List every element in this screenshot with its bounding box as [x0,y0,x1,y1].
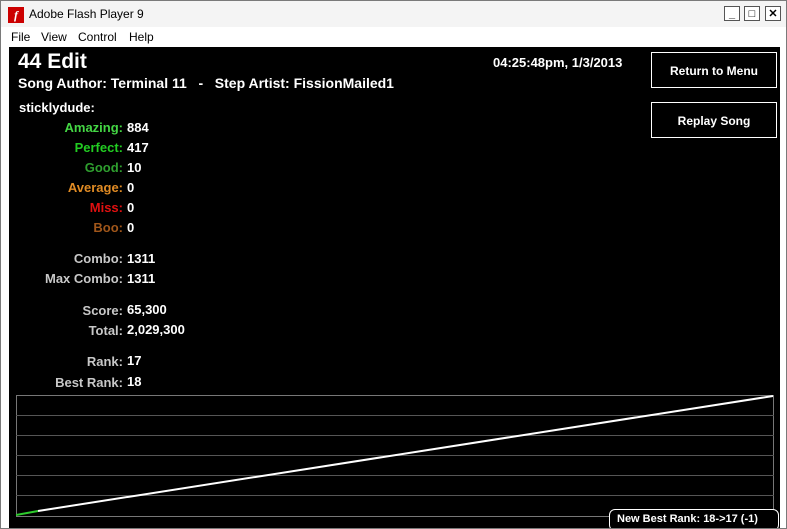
stat-label-max-combo: Max Combo: [45,271,123,286]
results-stage: 44 Edit Song Author: Terminal 11 - Step … [9,47,780,528]
graph-line-start [16,510,39,516]
close-button[interactable]: ✕ [765,6,781,21]
stat-value-boo: 0 [127,220,135,235]
stat-value-good: 10 [127,160,142,175]
stat-value-average: 0 [127,180,135,195]
score-graph [16,395,774,517]
menu-view[interactable]: View [41,30,67,44]
stat-value-miss: 0 [127,200,135,215]
graph-line [37,395,774,512]
maximize-button[interactable]: □ [744,6,760,21]
replay-song-button[interactable]: Replay Song [651,102,777,138]
return-to-menu-button[interactable]: Return to Menu [651,52,777,88]
stat-label-average: Average: [67,180,123,195]
new-best-rank-text: New Best Rank: 18->17 (-1) [617,513,758,525]
stat-label-rank: Rank: [86,354,123,369]
menu-control[interactable]: Control [78,30,117,44]
stat-label-combo: Combo: [73,251,123,266]
stat-value-score: 65,300 [127,302,167,317]
stat-value-combo: 1311 [127,251,156,266]
menu-help[interactable]: Help [129,30,154,44]
minimize-button[interactable]: _ [724,6,740,21]
title-bar[interactable]: f Adobe Flash Player 9 _ □ ✕ [1,1,786,27]
stat-label-good: Good: [84,160,123,175]
song-meta: Song Author: Terminal 11 - Step Artist: … [18,75,394,91]
stat-label-boo: Boo: [93,220,123,235]
player-name: sticklydude: [19,100,95,115]
stat-value-max-combo: 1311 [127,271,156,286]
new-best-rank-banner: New Best Rank: 18->17 (-1) [609,509,779,528]
stat-value-rank: 17 [127,353,142,368]
stat-label-amazing: Amazing: [64,120,124,135]
stat-label-perfect: Perfect: [74,140,123,155]
flash-player-window: f Adobe Flash Player 9 _ □ ✕ File View C… [0,0,787,529]
stat-label-score: Score: [82,303,123,318]
stat-value-perfect: 417 [127,140,149,155]
stat-label-best-rank: Best Rank: [55,375,123,390]
menu-file[interactable]: File [11,30,30,44]
stat-value-amazing: 884 [127,120,149,135]
stat-label-miss: Miss: [89,200,123,215]
flash-icon: f [8,7,24,23]
menu-bar: File View Control Help [1,27,786,47]
stat-value-total: 2,029,300 [127,322,185,337]
stat-value-best-rank: 18 [127,374,142,389]
song-title: 44 Edit [18,50,87,73]
timestamp: 04:25:48pm, 1/3/2013 [493,55,623,70]
stat-label-total: Total: [88,323,123,338]
window-title: Adobe Flash Player 9 [29,7,144,21]
